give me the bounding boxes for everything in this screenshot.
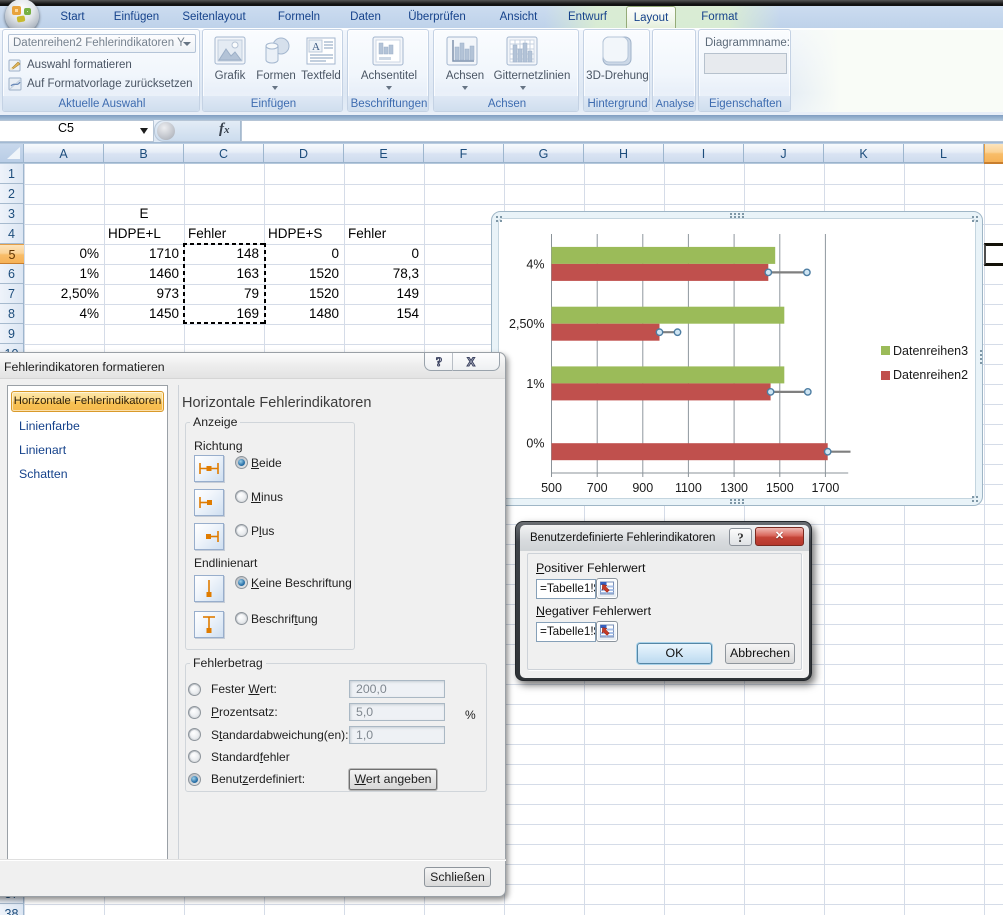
svg-text:1%: 1%	[526, 377, 544, 391]
svg-text:500: 500	[541, 481, 562, 495]
svg-text:4%: 4%	[526, 257, 544, 271]
svg-text:Datenreihen3: Datenreihen3	[893, 344, 968, 358]
svg-text:900: 900	[632, 481, 653, 495]
svg-text:0%: 0%	[526, 437, 544, 451]
svg-text:2,50%: 2,50%	[509, 317, 544, 331]
svg-text:1500: 1500	[766, 481, 794, 495]
svg-text:1300: 1300	[720, 481, 748, 495]
svg-text:1700: 1700	[811, 481, 839, 495]
svg-text:Datenreihen2: Datenreihen2	[893, 368, 968, 382]
svg-text:A: A	[312, 41, 320, 53]
svg-text:1100: 1100	[675, 481, 702, 495]
svg-text:700: 700	[587, 481, 608, 495]
